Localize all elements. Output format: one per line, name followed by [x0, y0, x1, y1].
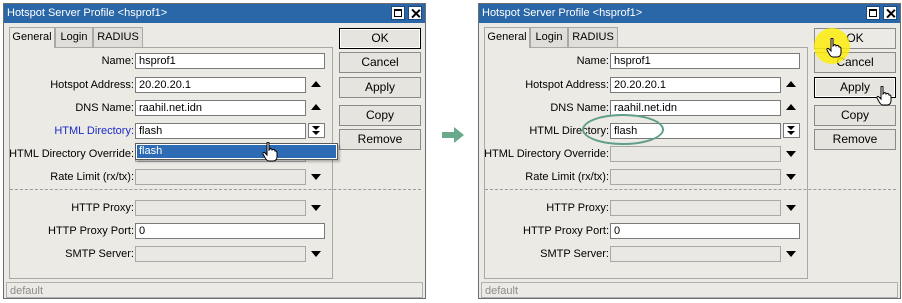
- status-bar: default: [481, 282, 898, 298]
- separator: [485, 189, 896, 190]
- window-title: Hotspot Server Profile <hsprof1>: [482, 7, 643, 19]
- maximize-icon[interactable]: [391, 6, 405, 20]
- collapse-arrow-icon[interactable]: [784, 78, 798, 92]
- smtp-server-field[interactable]: [610, 246, 781, 262]
- window-title: Hotspot Server Profile <hsprof1>: [7, 7, 168, 19]
- right-dialog-window: Hotspot Server Profile <hsprof1> General…: [478, 3, 901, 299]
- tab-general[interactable]: General: [484, 27, 530, 48]
- copy-button[interactable]: Copy: [339, 105, 421, 126]
- expand-arrow-icon[interactable]: [309, 201, 323, 215]
- close-icon[interactable]: [408, 6, 422, 20]
- smtp-server-field[interactable]: [135, 246, 306, 262]
- name-label: Name:: [101, 55, 134, 67]
- maximize-icon[interactable]: [866, 6, 880, 20]
- http-proxy-port-field[interactable]: 0: [610, 223, 800, 239]
- highlight-ellipse: [582, 114, 664, 145]
- rate-limit-field[interactable]: [135, 169, 306, 185]
- collapse-arrow-icon[interactable]: [309, 78, 323, 92]
- title-bar[interactable]: Hotspot Server Profile <hsprof1>: [479, 4, 900, 23]
- expand-arrow-icon[interactable]: [309, 170, 323, 184]
- copy-button[interactable]: Copy: [814, 105, 896, 126]
- hotspot-address-label: Hotspot Address:: [50, 79, 134, 91]
- name-label: Name:: [576, 55, 609, 67]
- html-directory-override-label: HTML Directory Override:: [9, 148, 134, 160]
- dns-name-field[interactable]: raahil.net.idn: [610, 100, 781, 116]
- html-directory-override-label: HTML Directory Override:: [484, 148, 609, 160]
- title-bar[interactable]: Hotspot Server Profile <hsprof1>: [4, 4, 425, 23]
- hotspot-address-field[interactable]: 20.20.20.1: [135, 77, 306, 93]
- name-field[interactable]: hsprof1: [135, 53, 325, 69]
- remove-button[interactable]: Remove: [339, 129, 421, 150]
- dropdown-option-flash[interactable]: flash: [137, 145, 336, 158]
- tab-radius[interactable]: RADIUS: [93, 27, 143, 47]
- tab-radius[interactable]: RADIUS: [568, 27, 618, 47]
- close-icon[interactable]: [883, 6, 897, 20]
- hand-cursor-icon: [262, 142, 278, 162]
- remove-button[interactable]: Remove: [814, 129, 896, 150]
- http-proxy-port-label: HTTP Proxy Port:: [523, 225, 609, 237]
- ok-button[interactable]: OK: [339, 28, 421, 49]
- html-directory-field[interactable]: flash: [135, 123, 306, 139]
- expand-arrow-icon[interactable]: [784, 147, 798, 161]
- collapse-arrow-icon[interactable]: [784, 101, 798, 115]
- rate-limit-label: Rate Limit (rx/tx):: [525, 171, 609, 183]
- rate-limit-field[interactable]: [610, 169, 781, 185]
- hand-cursor-icon: [876, 86, 892, 106]
- hotspot-address-label: Hotspot Address:: [525, 79, 609, 91]
- http-proxy-label: HTTP Proxy:: [71, 202, 134, 214]
- collapse-arrow-icon[interactable]: [309, 101, 323, 115]
- hotspot-address-field[interactable]: 20.20.20.1: [610, 77, 781, 93]
- dns-name-field[interactable]: raahil.net.idn: [135, 100, 306, 116]
- dropdown-toggle-icon[interactable]: [783, 123, 800, 138]
- expand-arrow-icon[interactable]: [784, 201, 798, 215]
- expand-arrow-icon[interactable]: [309, 247, 323, 261]
- hand-cursor-icon: [826, 38, 842, 58]
- expand-arrow-icon[interactable]: [784, 170, 798, 184]
- rate-limit-label: Rate Limit (rx/tx):: [50, 171, 134, 183]
- html-directory-override-field[interactable]: [610, 146, 781, 162]
- http-proxy-port-label: HTTP Proxy Port:: [48, 225, 134, 237]
- expand-arrow-icon[interactable]: [784, 247, 798, 261]
- dns-name-label: DNS Name:: [550, 102, 609, 114]
- separator: [10, 189, 421, 190]
- cancel-button[interactable]: Cancel: [339, 52, 421, 73]
- html-directory-label: HTML Directory:: [54, 125, 134, 137]
- tab-login[interactable]: Login: [55, 27, 93, 47]
- http-proxy-field[interactable]: [610, 200, 781, 216]
- smtp-server-label: SMTP Server:: [65, 248, 134, 260]
- dropdown-toggle-icon[interactable]: [308, 123, 325, 138]
- html-directory-dropdown-list[interactable]: flash: [135, 143, 338, 160]
- http-proxy-field[interactable]: [135, 200, 306, 216]
- http-proxy-label: HTTP Proxy:: [546, 202, 609, 214]
- name-field[interactable]: hsprof1: [610, 53, 800, 69]
- apply-button[interactable]: Apply: [339, 77, 421, 98]
- status-bar: default: [6, 282, 423, 298]
- dns-name-label: DNS Name:: [75, 102, 134, 114]
- right-arrow-icon: [442, 127, 464, 143]
- http-proxy-port-field[interactable]: 0: [135, 223, 325, 239]
- tab-login[interactable]: Login: [530, 27, 568, 47]
- tab-general[interactable]: General: [9, 27, 55, 48]
- smtp-server-label: SMTP Server:: [540, 248, 609, 260]
- left-dialog-window: Hotspot Server Profile <hsprof1> General…: [3, 3, 426, 299]
